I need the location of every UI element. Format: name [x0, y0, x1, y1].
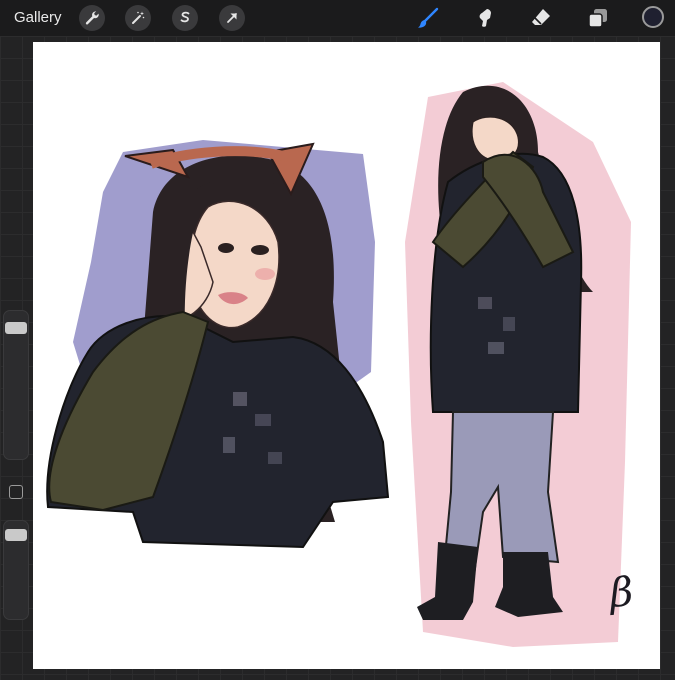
transform-arrow-icon	[227, 13, 237, 23]
layers-tool[interactable]	[585, 5, 611, 31]
actions-button[interactable]	[79, 5, 105, 31]
color-picker-button[interactable]	[642, 6, 664, 28]
brush-icon	[418, 7, 439, 28]
smudge-icon	[479, 9, 491, 27]
artwork	[46, 82, 631, 647]
eraser-tool[interactable]	[528, 5, 554, 31]
layers-icon	[588, 9, 607, 28]
brush-tool[interactable]	[415, 5, 441, 31]
smudge-tool[interactable]	[472, 5, 498, 31]
modify-button[interactable]	[9, 485, 23, 499]
artist-signature: β	[608, 569, 635, 617]
drawing-canvas[interactable]: β	[33, 42, 660, 669]
brush-size-slider[interactable]	[3, 310, 29, 460]
top-toolbar: Gallery	[0, 0, 675, 36]
wrench-icon	[85, 11, 99, 25]
opacity-slider[interactable]	[3, 520, 29, 620]
brush-size-thumb[interactable]	[5, 322, 27, 334]
transform-button[interactable]	[219, 5, 245, 31]
selection-icon	[180, 11, 190, 23]
eraser-icon	[532, 9, 550, 25]
adjustments-button[interactable]	[125, 5, 151, 31]
magic-wand-icon	[132, 11, 145, 24]
selection-button[interactable]	[172, 5, 198, 31]
opacity-thumb[interactable]	[5, 529, 27, 541]
sidebar	[3, 310, 29, 620]
gallery-button[interactable]: Gallery	[14, 9, 62, 26]
